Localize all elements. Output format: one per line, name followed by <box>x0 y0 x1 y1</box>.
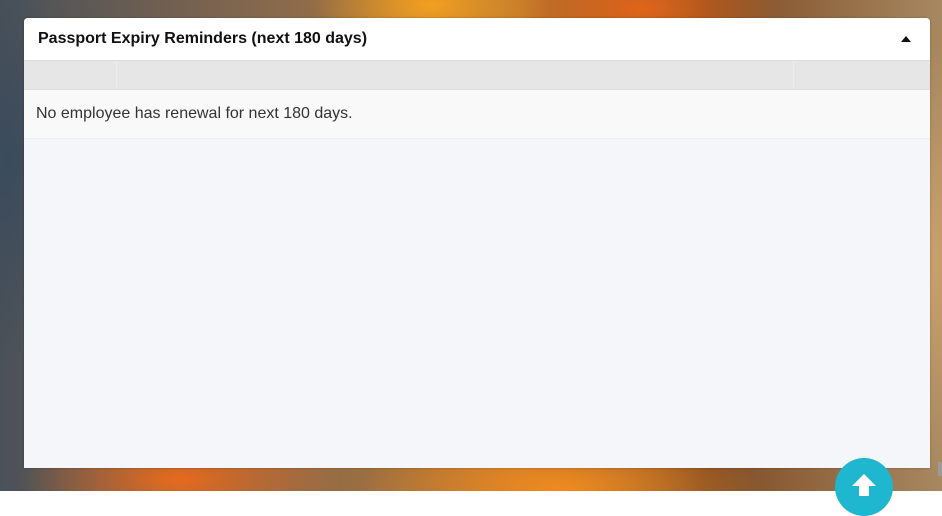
table-header-cell <box>794 61 930 89</box>
scrollbar-thumb[interactable] <box>938 462 942 476</box>
scroll-to-top-button[interactable] <box>835 458 893 516</box>
empty-state-message: No employee has renewal for next 180 day… <box>36 105 353 122</box>
caret-up-icon <box>901 36 911 42</box>
table-header <box>24 61 930 90</box>
panel-title: Passport Expiry Reminders (next 180 days… <box>38 30 368 47</box>
table-header-cell <box>117 61 794 89</box>
arrow-up-icon <box>852 474 876 496</box>
collapse-button[interactable] <box>896 29 916 49</box>
panel-header: Passport Expiry Reminders (next 180 days… <box>24 18 930 61</box>
passport-expiry-panel: Passport Expiry Reminders (next 180 days… <box>24 18 930 468</box>
table-header-cell <box>24 61 117 89</box>
empty-state-row: No employee has renewal for next 180 day… <box>24 90 930 139</box>
